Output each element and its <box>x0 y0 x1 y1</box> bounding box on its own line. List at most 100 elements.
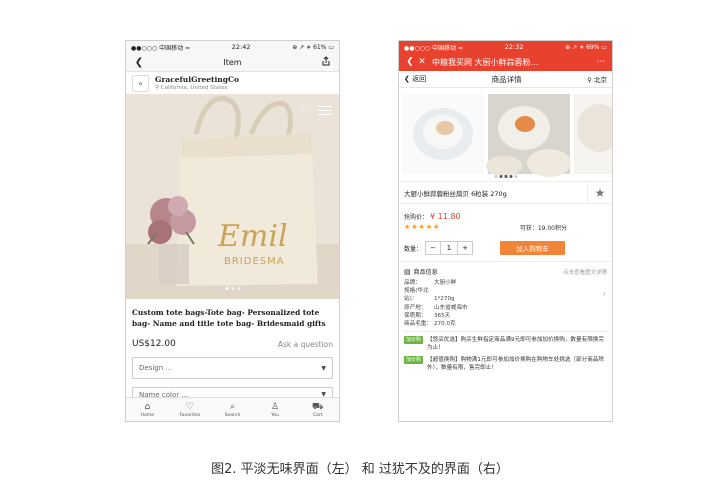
spec-value: 365天 <box>434 312 451 319</box>
carousel-dot[interactable] <box>499 175 502 178</box>
pin-icon: ⚲ <box>155 85 160 91</box>
favorite-heart-icon[interactable]: ♡ <box>300 102 311 116</box>
clock-text: 22:32 <box>504 43 524 51</box>
shop-location: ⚲ California, United States <box>155 85 239 91</box>
document-icon: ▤ <box>404 267 411 276</box>
more-icon[interactable]: ··· <box>595 57 607 67</box>
tab-label: Cart <box>312 412 323 418</box>
promo-text: 【悠买优选】购买生鲜指定商品满9元即可参加加价换购，数量有限换完为止！ <box>427 337 604 352</box>
tab-home[interactable]: ⌂ Home <box>126 398 169 421</box>
carousel-dot[interactable] <box>231 287 234 290</box>
chevron-left-icon[interactable]: ❮ <box>132 57 146 68</box>
user-icon: ♙ <box>271 401 280 412</box>
product-photo[interactable]: Emil BRIDESMA ♡ <box>126 94 339 299</box>
promo-badge: 加价购 <box>404 336 424 345</box>
carousel-dot[interactable] <box>237 287 240 290</box>
quantity-label: 数量： <box>404 245 423 253</box>
carrier-text: ●●○○○ 中国移动 ≈ <box>131 44 191 52</box>
location-selector-label: 北京 <box>593 76 607 84</box>
promo-item[interactable]: 加价购 【超值换购】购物满1元即可参加加价换购在购物车处挑选（部分商品除外），数… <box>399 352 612 372</box>
pin-icon: ⚲ <box>587 76 592 84</box>
nav-bar: ❮ Item <box>126 53 339 72</box>
spec-value: 大厨小鲜 <box>434 280 457 286</box>
carousel-dots <box>225 287 240 290</box>
search-icon: ⌕ <box>229 401 235 412</box>
nav-title: 中粮我买网 大厨小鲜蒜蓉粉… <box>432 57 539 67</box>
promo-text: 【超值换购】购物满1元即可参加加价换购在购物车处挑选（部分商品除外），数量有限，… <box>427 357 604 372</box>
shop-location-text: California, United States <box>160 85 228 91</box>
bag-print-name: Emil <box>217 219 288 254</box>
points-text: 可获：19.00积分 <box>519 225 567 232</box>
carousel-dot[interactable] <box>225 287 228 290</box>
spec-list[interactable]: 品牌： 大厨小鲜 规格(华北站)： 1*270g 原产地： 山东省威海市 保质期： 36… <box>399 276 612 328</box>
status-bar: ●●○○○ 中国移动 ≈ 22:42 ⊕ ↗ ∗ 61% ▭ <box>126 41 339 53</box>
design-select-label: Design … <box>139 364 173 372</box>
product-price: US$12.00 <box>132 339 176 349</box>
product-gallery[interactable] <box>399 88 612 182</box>
spec-key: 品牌： <box>404 280 421 286</box>
back-link[interactable]: ❮ 返回 <box>404 74 426 84</box>
spec-row: 品牌： 大厨小鲜 <box>404 279 607 287</box>
spec-row: 规格(华北站)： 1*270g <box>404 287 607 303</box>
carousel-dot[interactable] <box>514 175 517 178</box>
tab-label: Favorites <box>179 412 201 418</box>
carousel-dot[interactable] <box>509 175 512 178</box>
shop-name[interactable]: GracefulGreetingCo <box>155 75 239 84</box>
page-title: 商品详情 <box>491 74 522 84</box>
tab-you[interactable]: ♙ You <box>254 398 297 421</box>
tab-label: You <box>271 412 280 418</box>
tab-label: Search <box>224 412 241 418</box>
right-phone-screen: ●●○○○ 中国移动 ≈ 22:32 ⊕ ↗ ∗ 69% ▭ ❮ ✕ 中粮我买网… <box>398 40 613 422</box>
spec-row: 保质期： 365天 <box>404 312 607 320</box>
home-icon: ⌂ <box>144 401 151 412</box>
tab-search[interactable]: ⌕ Search <box>211 398 254 421</box>
battery-text: ⊕ ↗ ∗ 69% ▭ <box>565 43 607 51</box>
spec-key: 原产地： <box>404 304 427 311</box>
quantity-input[interactable]: 1 <box>440 242 459 254</box>
nav-title: Item <box>223 57 242 67</box>
spec-row: 商品毛重： 270.0克 <box>404 320 607 328</box>
caret-down-icon: ▼ <box>321 364 326 372</box>
heart-icon: ♡ <box>185 401 194 412</box>
carousel-dot[interactable] <box>504 175 507 178</box>
tab-bar: ⌂ Home ♡ Favorites ⌕ Search ♙ You ⛟ Cart <box>126 397 339 421</box>
clock-text: 22:42 <box>231 43 251 51</box>
tab-label: Home <box>140 412 155 418</box>
spec-key: 商品毛重： <box>404 321 432 328</box>
location-selector[interactable]: ⚲ 北京 <box>587 74 607 84</box>
shop-logo: ✿ <box>132 74 149 92</box>
shop-header[interactable]: ✿ GracefulGreetingCo ⚲ California, Unite… <box>126 72 339 94</box>
bag-print-title: BRIDESMA <box>224 256 285 267</box>
cart-icon: ⛟ <box>312 401 324 412</box>
product-price: ¥ 11.80 <box>430 212 461 221</box>
favorite-star-icon[interactable]: ★ <box>587 182 612 203</box>
list-icon[interactable] <box>318 103 332 118</box>
view-details-link[interactable]: 点击查看图文详情 <box>563 268 607 276</box>
status-bar: ●●○○○ 中国移动 ≈ 22:32 ⊕ ↗ ∗ 69% ▭ <box>399 41 612 53</box>
promo-item[interactable]: 加价购 【悠买优选】购买生鲜指定商品满9元即可参加加价换购，数量有限换完为止！ <box>399 332 612 352</box>
close-icon[interactable]: ✕ <box>416 57 428 67</box>
ask-question-link[interactable]: Ask a question <box>278 340 333 349</box>
design-select[interactable]: Design … ▼ <box>132 357 333 379</box>
chevron-left-icon[interactable]: ❮ <box>404 57 416 67</box>
add-to-cart-button[interactable]: 加入购物车 <box>500 241 566 255</box>
quantity-minus-button[interactable]: − <box>426 242 440 254</box>
quantity-plus-button[interactable]: + <box>458 242 472 254</box>
quantity-stepper: − 1 + <box>425 241 474 255</box>
product-title: Custom tote bags-Tote bag- Personalized … <box>132 308 326 328</box>
chevron-left-icon: ❮ <box>404 75 410 83</box>
chevron-right-icon: › <box>602 289 606 298</box>
price-label: 抢购价： <box>404 214 429 221</box>
carousel-dot[interactable] <box>494 175 497 178</box>
tab-favorites[interactable]: ♡ Favorites <box>169 398 212 421</box>
sub-header: ❮ 返回 商品详情 ⚲ 北京 <box>399 71 612 88</box>
spec-key: 规格(华北站)： <box>404 288 429 303</box>
tab-cart[interactable]: ⛟ Cart <box>296 398 339 421</box>
spec-value: 270.0克 <box>434 321 456 328</box>
carrier-text: ●●○○○ 中国移动 ≈ <box>404 44 464 52</box>
promo-badge: 加价购 <box>404 356 424 365</box>
rating-stars: ★★★★★ <box>404 223 441 231</box>
spec-value: 山东省威海市 <box>434 304 468 311</box>
share-icon[interactable] <box>319 55 333 69</box>
product-title: 大厨小鲜蒜蓉粉丝扇贝 6粒装 270g <box>404 189 507 198</box>
